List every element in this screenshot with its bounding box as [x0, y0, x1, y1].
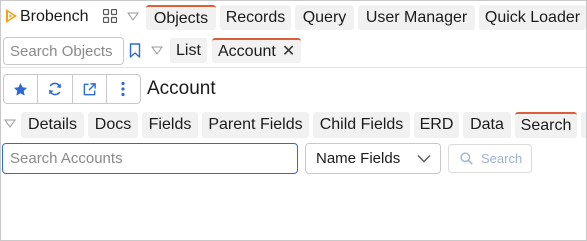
- tab-label: Records: [225, 9, 286, 26]
- tab-account[interactable]: Account ✕: [212, 38, 302, 63]
- tab-label: Fields: [148, 116, 192, 133]
- search-button[interactable]: Search: [448, 144, 532, 173]
- tab-label: Quick Loader: [484, 9, 581, 26]
- tab-label: Child Fields: [319, 116, 404, 133]
- tab-child-fields[interactable]: Child Fields: [313, 112, 410, 138]
- brobench-logo-icon: [6, 9, 17, 23]
- tab-parent-fields[interactable]: Parent Fields: [202, 112, 309, 138]
- search-accounts-input[interactable]: [2, 143, 298, 174]
- brobench-window: Brobench Objects Records Query User Mana…: [0, 0, 587, 241]
- chevron-down-icon: [417, 155, 431, 163]
- search-button-label: Search: [481, 151, 523, 166]
- tab-details[interactable]: Details: [21, 112, 84, 138]
- top-navigation: Brobench Objects Records Query User Mana…: [1, 1, 586, 33]
- open-external-button[interactable]: [73, 75, 107, 103]
- search-icon: [460, 152, 473, 165]
- search-scope-select[interactable]: Name Fields: [305, 143, 441, 174]
- tab-label: Objects: [153, 10, 209, 27]
- refresh-icon: [49, 82, 61, 96]
- favorite-button[interactable]: [4, 75, 39, 103]
- tab-search[interactable]: Search: [515, 112, 577, 138]
- tab-overflow[interactable]: [581, 112, 586, 138]
- open-external-icon: [83, 82, 96, 95]
- search-objects-input[interactable]: [3, 37, 124, 65]
- tab-query[interactable]: Query: [295, 5, 354, 30]
- tab-label: ERD: [419, 116, 454, 133]
- app-grid-icon[interactable]: [103, 9, 117, 23]
- tab-objects[interactable]: Objects: [146, 5, 216, 30]
- object-action-buttons: [3, 74, 141, 104]
- more-actions-button[interactable]: [107, 75, 140, 103]
- tab-label: User Manager: [365, 9, 468, 26]
- tab-label: Account: [218, 43, 276, 60]
- tab-list[interactable]: List: [170, 38, 207, 63]
- tab-label: List: [176, 42, 201, 59]
- tab-label: Details: [28, 116, 77, 133]
- tab-quick-loader[interactable]: Quick Loader: [479, 5, 586, 30]
- tab-label: Search: [520, 117, 572, 134]
- select-value: Name Fields: [316, 150, 401, 167]
- tab-label: Data: [470, 116, 504, 133]
- tab-label: Docs: [94, 116, 132, 133]
- close-icon[interactable]: ✕: [282, 43, 295, 60]
- tab-docs[interactable]: Docs: [88, 112, 138, 138]
- collapse-triangle-icon[interactable]: [151, 46, 163, 55]
- tab-erd[interactable]: ERD: [414, 112, 459, 138]
- tab-fields[interactable]: Fields: [142, 112, 198, 138]
- app-title: Brobench: [20, 8, 89, 25]
- tab-label: Query: [302, 9, 347, 26]
- tab-records[interactable]: Records: [220, 5, 291, 30]
- star-icon: [14, 82, 28, 96]
- tab-label: Parent Fields: [208, 116, 303, 133]
- divider: [1, 67, 586, 68]
- more-vertical-icon: [121, 81, 125, 97]
- collapse-triangle-icon[interactable]: [127, 12, 139, 21]
- object-title: Account: [147, 78, 216, 99]
- bookmark-icon[interactable]: [129, 43, 141, 58]
- tab-user-manager[interactable]: User Manager: [358, 5, 475, 30]
- collapse-triangle-icon[interactable]: [4, 119, 16, 128]
- tab-data[interactable]: Data: [463, 112, 511, 138]
- refresh-button[interactable]: [38, 75, 73, 103]
